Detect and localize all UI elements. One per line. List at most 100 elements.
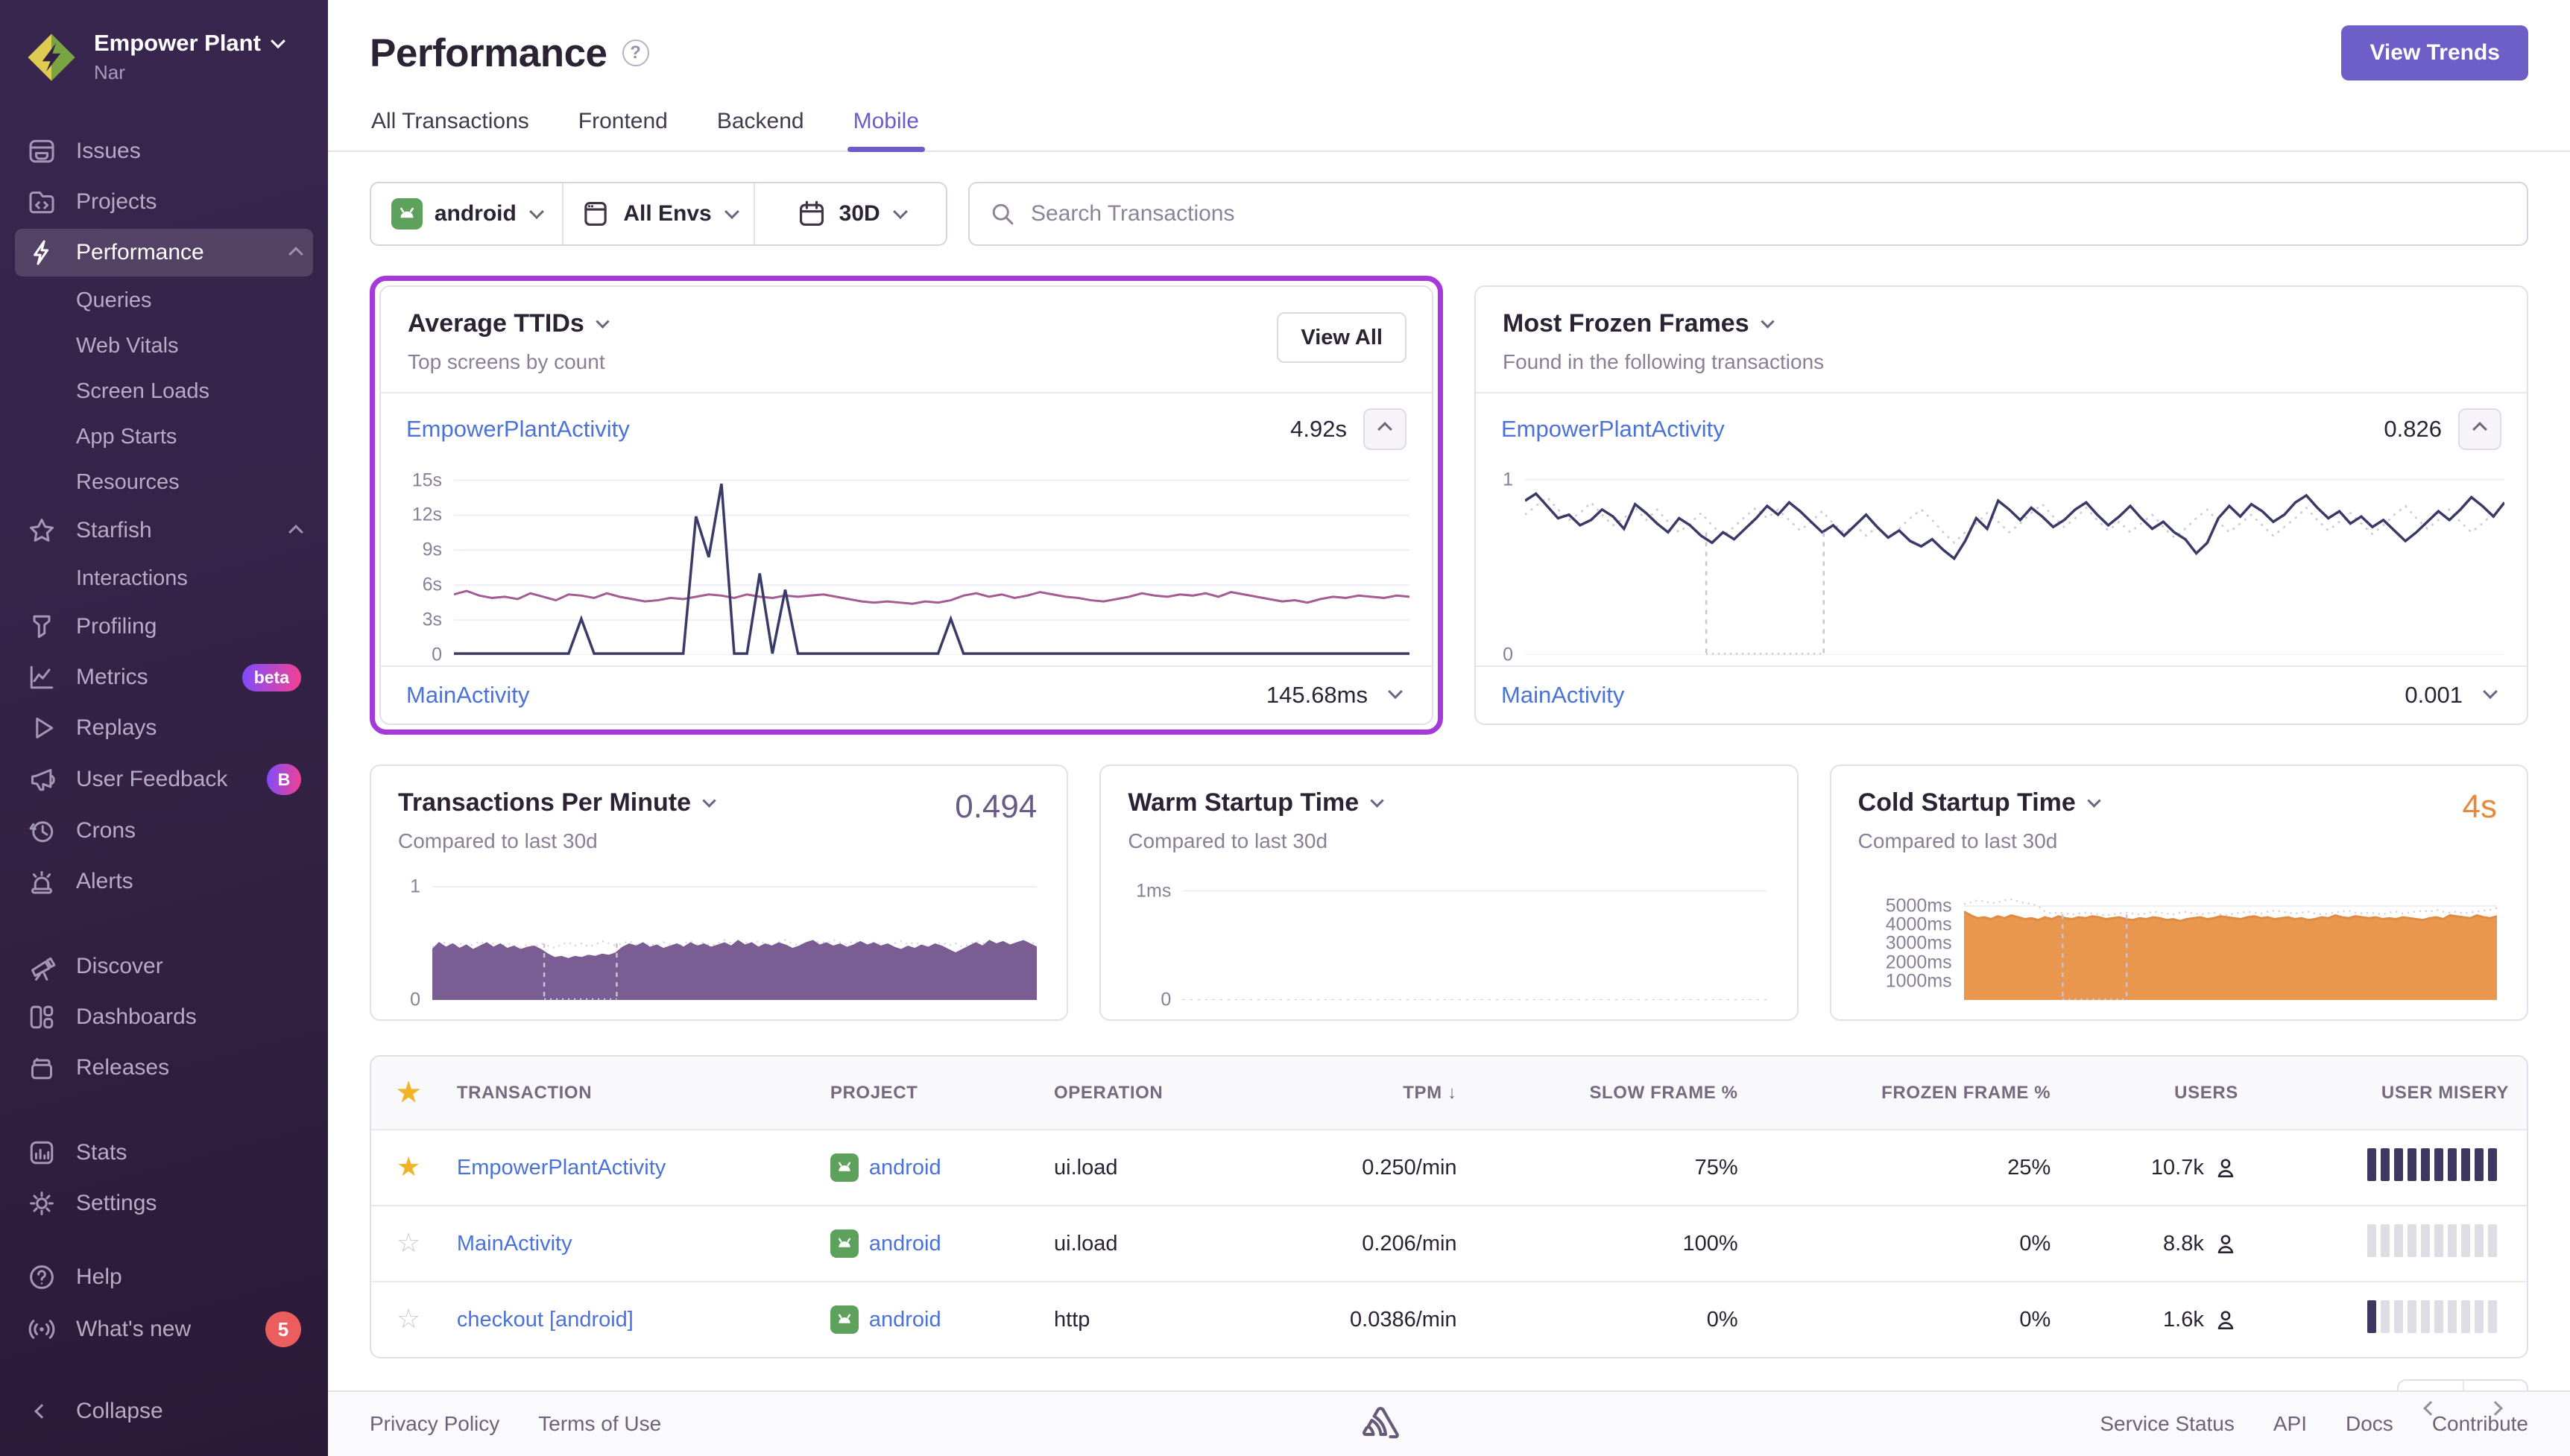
transaction-link[interactable]: MainActivity bbox=[406, 682, 529, 709]
dashboards-icon bbox=[27, 1002, 57, 1032]
column-header-operation[interactable]: OPERATION bbox=[1036, 1057, 1257, 1130]
sidebar-item-performance[interactable]: Performance bbox=[15, 229, 313, 276]
tpm-title-dropdown[interactable]: Transactions Per Minute bbox=[398, 788, 1040, 817]
sidebar-item-label: Settings bbox=[76, 1191, 157, 1216]
star-icon bbox=[27, 516, 57, 545]
sidebar-item-settings[interactable]: Settings bbox=[15, 1180, 313, 1227]
avg-ttids-title-dropdown[interactable]: Average TTIDs bbox=[408, 309, 1405, 338]
star-icon[interactable]: ☆ bbox=[397, 1227, 420, 1258]
slow-frame-cell: 100% bbox=[1475, 1206, 1756, 1282]
android-icon bbox=[830, 1229, 859, 1258]
sidebar-item-label: Help bbox=[76, 1264, 122, 1290]
column-header-misery[interactable]: USER MISERY bbox=[2256, 1057, 2527, 1130]
sidebar-item-help[interactable]: Help bbox=[15, 1253, 313, 1301]
tab-all-transactions[interactable]: All Transactions bbox=[370, 98, 531, 151]
column-header-slow[interactable]: SLOW FRAME % bbox=[1475, 1057, 1756, 1130]
discover-icon bbox=[27, 952, 57, 981]
view-all-button[interactable]: View All bbox=[1277, 312, 1406, 363]
transaction-link[interactable]: MainActivity bbox=[1501, 682, 1624, 709]
footer-link-api[interactable]: API bbox=[2273, 1412, 2307, 1436]
sidebar-item-label: What's new bbox=[76, 1317, 191, 1342]
column-header-frozen[interactable]: FROZEN FRAME % bbox=[1756, 1057, 2069, 1130]
sidebar-item-replays[interactable]: Replays bbox=[15, 704, 313, 752]
sidebar-item-screen-loads[interactable]: Screen Loads bbox=[15, 370, 313, 413]
sidebar-item-crons[interactable]: Crons bbox=[15, 807, 313, 855]
sidebar-item-stats[interactable]: Stats bbox=[15, 1129, 313, 1177]
sidebar-item-label: Interactions bbox=[76, 566, 188, 591]
warm-startup-subtitle: Compared to last 30d bbox=[1128, 829, 1769, 853]
sidebar-item-label: App Starts bbox=[76, 425, 177, 449]
search-input[interactable] bbox=[1031, 201, 2507, 227]
expand-toggle[interactable] bbox=[2479, 689, 2501, 703]
org-project: Nar bbox=[94, 61, 283, 84]
cold-startup-title-dropdown[interactable]: Cold Startup Time bbox=[1858, 788, 2500, 817]
sidebar-item-starfish[interactable]: Starfish bbox=[15, 507, 313, 554]
sidebar-item-queries[interactable]: Queries bbox=[15, 279, 313, 322]
filter-android-dropdown[interactable]: android bbox=[371, 183, 562, 244]
sidebar-item-dashboards[interactable]: Dashboards bbox=[15, 993, 313, 1041]
footer-link-service-status[interactable]: Service Status bbox=[2100, 1412, 2235, 1436]
frozen-frame-cell: 25% bbox=[1756, 1130, 2069, 1206]
sidebar-item-profiling[interactable]: Profiling bbox=[15, 603, 313, 651]
footer-link-privacy-policy[interactable]: Privacy Policy bbox=[370, 1412, 499, 1436]
sidebar-item-label: Profiling bbox=[76, 614, 157, 639]
sidebar-item-what-s-new[interactable]: What's new5 bbox=[15, 1303, 313, 1356]
tab-backend[interactable]: Backend bbox=[716, 98, 806, 151]
sidebar-item-label: User Feedback bbox=[76, 767, 227, 792]
sidebar-item-user-feedback[interactable]: User FeedbackB bbox=[15, 755, 313, 804]
tpm-cell: 0.0386/min bbox=[1257, 1282, 1474, 1357]
tab-mobile[interactable]: Mobile bbox=[852, 98, 921, 151]
frozen-frames-panel: Most Frozen Frames Found in the followin… bbox=[1474, 285, 2528, 725]
filter-all-envs-dropdown[interactable]: All Envs bbox=[562, 183, 754, 244]
transaction-link[interactable]: EmpowerPlantActivity bbox=[406, 416, 630, 443]
project-link[interactable]: android bbox=[869, 1156, 941, 1180]
star-icon[interactable]: ★ bbox=[397, 1151, 420, 1182]
transaction-link[interactable]: EmpowerPlantActivity bbox=[1501, 416, 1725, 443]
sidebar-item-issues[interactable]: Issues bbox=[15, 127, 313, 175]
footer-link-contribute[interactable]: Contribute bbox=[2432, 1412, 2528, 1436]
footer-link-terms-of-use[interactable]: Terms of Use bbox=[538, 1412, 661, 1436]
sidebar-item-resources[interactable]: Resources bbox=[15, 461, 313, 504]
column-header-project[interactable]: PROJECT bbox=[812, 1057, 1036, 1130]
column-header-tpm[interactable]: TPM ↓ bbox=[1257, 1057, 1474, 1130]
sidebar-item-web-vitals[interactable]: Web Vitals bbox=[15, 325, 313, 367]
star-icon[interactable]: ★ bbox=[397, 1077, 421, 1107]
warm-startup-title-dropdown[interactable]: Warm Startup Time bbox=[1128, 788, 1769, 817]
sidebar-item-discover[interactable]: Discover bbox=[15, 943, 313, 990]
frozen-frame-cell: 0% bbox=[1756, 1206, 2069, 1282]
org-switcher[interactable]: Empower Plant Nar bbox=[0, 22, 328, 92]
collapse-toggle-button[interactable] bbox=[1363, 408, 1406, 450]
footer-link-docs[interactable]: Docs bbox=[2346, 1412, 2393, 1436]
tab-frontend[interactable]: Frontend bbox=[577, 98, 669, 151]
slow-frame-cell: 0% bbox=[1475, 1282, 1756, 1357]
sidebar-item-interactions[interactable]: Interactions bbox=[15, 557, 313, 600]
sidebar-item-alerts[interactable]: Alerts bbox=[15, 858, 313, 905]
frozen-frames-title-dropdown[interactable]: Most Frozen Frames bbox=[1503, 309, 2500, 338]
sidebar-item-releases[interactable]: Releases bbox=[15, 1044, 313, 1092]
transaction-link[interactable]: checkout [android] bbox=[457, 1308, 634, 1332]
sidebar-item-app-starts[interactable]: App Starts bbox=[15, 416, 313, 458]
sidebar-item-metrics[interactable]: Metricsbeta bbox=[15, 653, 313, 701]
sidebar-collapse-button[interactable]: Collapse bbox=[15, 1387, 313, 1435]
filter-label: 30D bbox=[839, 201, 880, 227]
cold-startup-panel: Cold Startup Time Compared to last 30d 4… bbox=[1830, 765, 2528, 1021]
table-row: ☆ checkout [android] android http 0.0386… bbox=[371, 1282, 2527, 1357]
project-link[interactable]: android bbox=[869, 1308, 941, 1332]
collapse-toggle-button[interactable] bbox=[2458, 408, 2501, 450]
profiling-icon bbox=[27, 612, 57, 642]
help-icon[interactable]: ? bbox=[622, 39, 649, 66]
sidebar-item-label: Queries bbox=[76, 288, 152, 313]
view-trends-button[interactable]: View Trends bbox=[2341, 25, 2528, 80]
transaction-link[interactable]: MainActivity bbox=[457, 1232, 572, 1256]
transaction-link[interactable]: EmpowerPlantActivity bbox=[457, 1156, 666, 1180]
star-icon[interactable]: ☆ bbox=[397, 1303, 420, 1334]
column-header-transaction[interactable]: TRANSACTION bbox=[439, 1057, 812, 1130]
sidebar-item-label: Screen Loads bbox=[76, 379, 209, 404]
project-link[interactable]: android bbox=[869, 1232, 941, 1256]
sidebar-nav: IssuesProjectsPerformance Queries Web Vita… bbox=[0, 126, 328, 1229]
sidebar-item-projects[interactable]: Projects bbox=[15, 178, 313, 226]
chevron-down-icon bbox=[271, 34, 285, 48]
filter-30d-dropdown[interactable]: 30D bbox=[754, 183, 946, 244]
expand-toggle[interactable] bbox=[1384, 689, 1406, 703]
column-header-users[interactable]: USERS bbox=[2068, 1057, 2256, 1130]
